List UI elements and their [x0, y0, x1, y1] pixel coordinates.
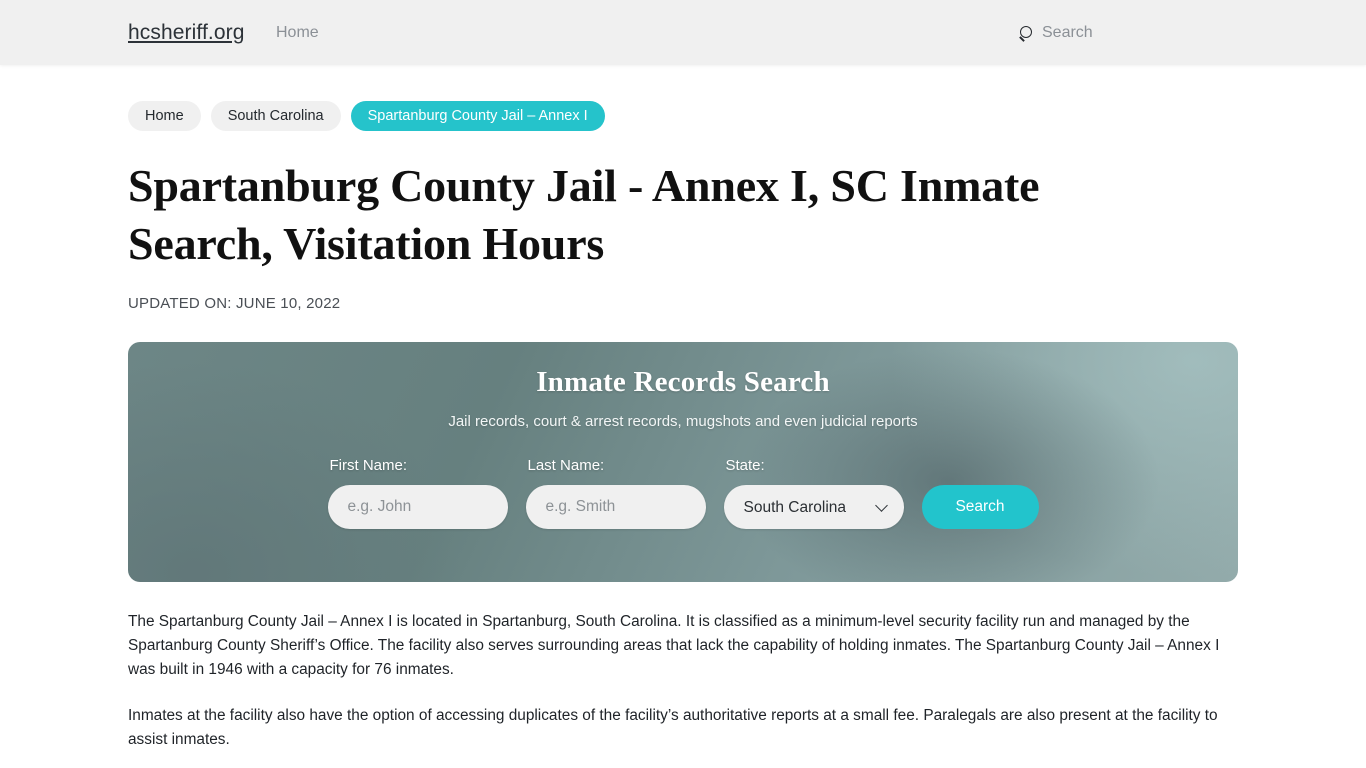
state-select[interactable]: South Carolina	[723, 485, 904, 529]
first-name-field-group: First Name:	[327, 457, 508, 529]
breadcrumb: Home South Carolina Spartanburg County J…	[128, 101, 1238, 131]
search-panel-title: Inmate Records Search	[536, 366, 830, 398]
search-submit-button[interactable]: Search	[921, 485, 1039, 529]
header-search-label: Search	[1042, 23, 1093, 41]
site-brand[interactable]: hcsheriff.org	[128, 21, 244, 45]
site-header: hcsheriff.org Home Search	[0, 0, 1366, 65]
last-name-field-group: Last Name:	[525, 457, 706, 529]
nav-item-home[interactable]: Home	[276, 24, 319, 42]
state-field-group: State: South Carolina	[723, 457, 904, 529]
search-panel-subtitle: Jail records, court & arrest records, mu…	[448, 413, 918, 430]
inmate-search-form: First Name: Last Name: State: South Caro…	[327, 457, 1039, 529]
page-content: Home South Carolina Spartanburg County J…	[0, 101, 1366, 752]
last-name-input[interactable]	[525, 485, 706, 529]
breadcrumb-item-home[interactable]: Home	[128, 101, 201, 131]
breadcrumb-item-state[interactable]: South Carolina	[210, 101, 341, 131]
article-body: The Spartanburg County Jail – Annex I is…	[128, 610, 1238, 752]
article-paragraph-1: The Spartanburg County Jail – Annex I is…	[128, 613, 1220, 678]
search-panel-inner: Inmate Records Search Jail records, cour…	[128, 342, 1238, 582]
last-name-label: Last Name:	[527, 457, 605, 474]
breadcrumb-item-current[interactable]: Spartanburg County Jail – Annex I	[350, 101, 605, 131]
header-search-trigger[interactable]: Search	[1020, 24, 1093, 42]
state-select-wrapper: South Carolina	[723, 485, 904, 529]
article-paragraph-2: Inmates at the facility also have the op…	[128, 707, 1218, 748]
search-icon	[1020, 26, 1035, 41]
first-name-label: First Name:	[329, 457, 408, 474]
first-name-input[interactable]	[327, 485, 508, 529]
state-label: State:	[725, 457, 765, 474]
updated-on-text: UPDATED ON: JUNE 10, 2022	[128, 295, 341, 312]
page-title: Spartanburg County Jail - Annex I, SC In…	[128, 160, 1040, 269]
inmate-records-search-panel: Inmate Records Search Jail records, cour…	[128, 342, 1238, 582]
